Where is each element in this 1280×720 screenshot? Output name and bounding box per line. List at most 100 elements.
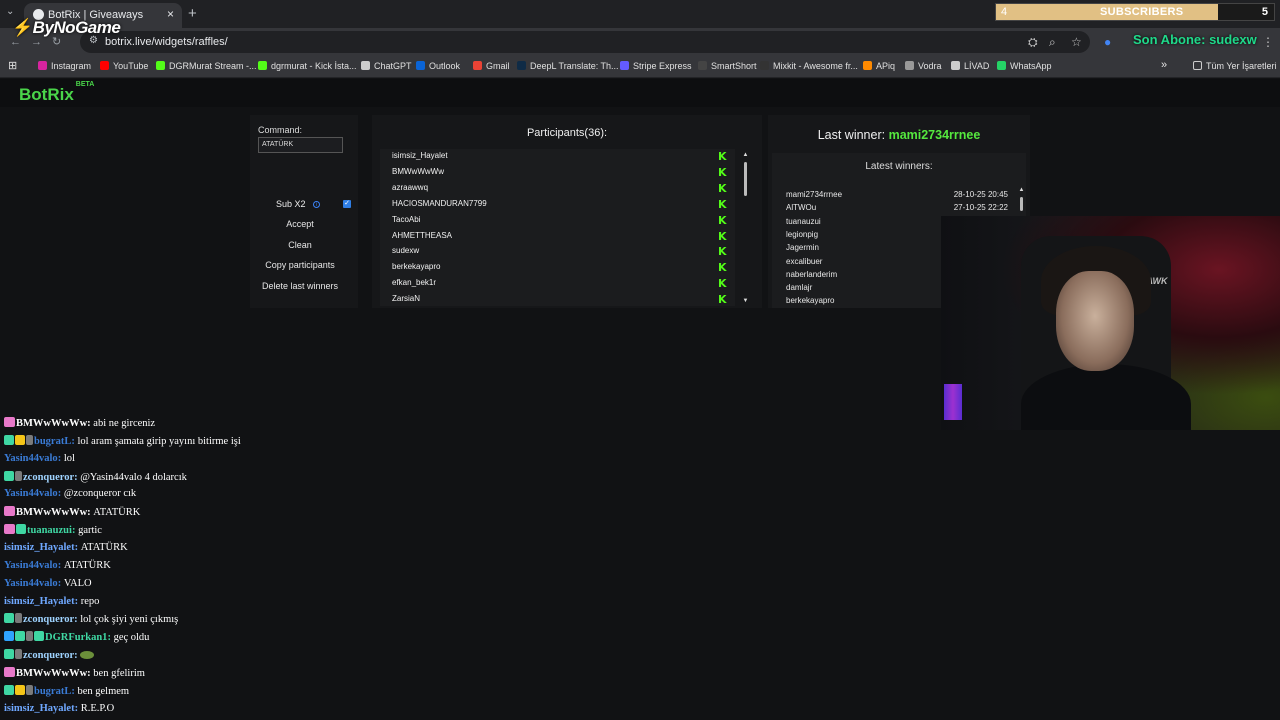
botrix-header: BotRixBETA [0, 79, 1280, 107]
chat-username[interactable]: Yasin44valo [4, 560, 58, 571]
sub-x2-checkbox[interactable]: ✓ [343, 200, 351, 208]
participants-list[interactable]: isimsiz_Hayalet K BMWwWwWw Kazraawwq K HACIOS… [380, 149, 735, 306]
participant-row[interactable]: TacoAbi K [380, 213, 735, 229]
bookmark-4[interactable]: ChatGPT [361, 61, 412, 71]
winners-scroll-up-icon[interactable]: ▲ [1018, 187, 1025, 193]
bookmark-7[interactable]: DeepL Translate: Th... [517, 61, 619, 71]
chat-message: Yasin44valo: lol [4, 453, 75, 470]
chat-text: ATATÜRK [80, 541, 128, 553]
bookmark-11[interactable]: APiq [863, 61, 895, 71]
bynogame-bolt-icon: ⚡ [12, 18, 33, 37]
bookmark-star-icon[interactable]: ☆ [1071, 35, 1082, 49]
delete-last-winners-button[interactable]: Delete last winners [250, 281, 350, 291]
translate-icon[interactable]: ⛭ [1028, 35, 1038, 50]
participants-scrollbar[interactable]: ▲ ▼ [742, 152, 749, 308]
winner-date: 27-10-25 22:22 [953, 203, 1008, 213]
winner-row: mami2734rrnee 28-10-25 20:45 [786, 190, 1008, 203]
kick-platform-icon: K [718, 197, 727, 211]
chat-text: ATATÜRK [93, 507, 141, 519]
close-tab-icon[interactable]: × [167, 7, 174, 21]
scroll-up-icon[interactable]: ▲ [742, 152, 749, 158]
participant-row[interactable]: sudexw K [380, 244, 735, 260]
participant-row[interactable]: isimsiz_Hayalet K [380, 149, 735, 165]
copy-participants-button[interactable]: Copy participants [250, 260, 350, 270]
more-bookmarks-chevron-icon[interactable]: » [1161, 59, 1167, 71]
scroll-down-icon[interactable]: ▼ [742, 298, 749, 304]
extension-icon[interactable]: ● [1104, 35, 1111, 49]
chat-username[interactable]: zconqueror [23, 650, 74, 661]
participant-row[interactable]: berkekayapro K [380, 260, 735, 276]
bookmark-label: Gmail [486, 61, 510, 71]
botrix-logo[interactable]: BotRixBETA [19, 81, 94, 105]
participant-row[interactable]: azraawwq K [380, 181, 735, 197]
chat-username[interactable]: isimsiz_Hayalet [4, 596, 75, 607]
chat-username[interactable]: Yasin44valo [4, 488, 58, 499]
chat-username[interactable]: isimsiz_Hayalet [4, 542, 75, 553]
chat-username[interactable]: zconqueror [23, 614, 74, 625]
bookmark-14[interactable]: WhatsApp [997, 61, 1052, 71]
bookmark-8[interactable]: Stripe Express [620, 61, 692, 71]
bookmark-2[interactable]: DGRMurat Stream -... [156, 61, 257, 71]
chat-username[interactable]: tuanauzui [27, 525, 72, 536]
bookmark-label: LİVAD [964, 61, 990, 71]
browser-menu-icon[interactable]: ⋮ [1262, 35, 1274, 49]
chat-username[interactable]: bugratL [34, 686, 71, 697]
bookmark-6[interactable]: Gmail [473, 61, 510, 71]
bookmark-13[interactable]: LİVAD [951, 61, 989, 71]
chat-username[interactable]: zconqueror [23, 472, 74, 483]
apps-grid-icon[interactable]: ⊞ [8, 59, 17, 72]
bookmark-12[interactable]: Vodra [905, 61, 942, 71]
green-badge-icon [4, 649, 14, 660]
chat-username[interactable]: BMWwWwWw [16, 507, 87, 518]
zoom-icon[interactable]: ⌕ [1049, 35, 1056, 50]
kick-platform-icon: K [718, 277, 727, 291]
winner-name: tuanauzui [786, 216, 821, 226]
chat-username[interactable]: isimsiz_Hayalet [4, 703, 75, 714]
participant-row[interactable]: AHMETTHEASA K [380, 229, 735, 245]
chat-text: geç oldu [113, 632, 150, 644]
command-input[interactable]: ATATÜRK [258, 137, 343, 153]
participant-row[interactable]: ZarsiaN K [380, 292, 735, 306]
address-bar[interactable]: ⚙ botrix.live/widgets/raffles/ [80, 31, 1090, 53]
chat-message: isimsiz_Hayalet: R.E.P.O [4, 703, 114, 720]
participant-row[interactable]: efkan_bek1r K [380, 276, 735, 292]
info-icon[interactable]: i [313, 201, 320, 208]
bookmark-1[interactable]: YouTube [100, 61, 148, 71]
scroll-thumb[interactable] [744, 162, 747, 196]
bookmark-5[interactable]: Outlook [416, 61, 460, 71]
url-text[interactable]: botrix.live/widgets/raffles/ [105, 36, 228, 48]
bookmark-label: Vodra [918, 61, 942, 71]
clean-button[interactable]: Clean [250, 240, 350, 250]
bookmark-3[interactable]: dgrmurat - Kick İsta... [258, 61, 357, 71]
participant-name: ZarsiaN [392, 294, 421, 304]
rgb-light [944, 384, 962, 420]
winner-date: 28-10-25 20:45 [953, 190, 1008, 199]
gold-badge-icon [15, 434, 25, 445]
tab-list-chevron-icon[interactable]: ⌄ [6, 6, 14, 17]
bookmark-favicon-icon [951, 61, 960, 70]
chat-username[interactable]: Yasin44valo [4, 578, 58, 589]
bookmark-favicon-icon [38, 61, 47, 70]
bookmark-0[interactable]: Instagram [38, 61, 91, 71]
participants-panel: Participants(36): isimsiz_Hayalet K BMWwWw… [372, 115, 762, 308]
chat-username[interactable]: bugratL [34, 436, 71, 447]
new-tab-plus-icon[interactable]: + [188, 5, 197, 22]
participant-row[interactable]: BMWwWwWw K [380, 165, 735, 181]
heart-badge-icon [4, 506, 15, 517]
folder-icon [1193, 61, 1202, 70]
winners-scroll-thumb[interactable] [1020, 197, 1023, 211]
bookmark-label: DeepL Translate: Th... [530, 61, 619, 71]
chat-username[interactable]: DGRFurkan1 [45, 632, 107, 643]
accept-button[interactable]: Accept [250, 219, 350, 229]
chat-username[interactable]: Yasin44valo [4, 453, 58, 464]
bookmark-10[interactable]: Mixkit - Awesome fr... [760, 61, 858, 71]
winner-name: legionpig [786, 229, 819, 239]
chat-username[interactable]: BMWwWwWw [16, 668, 87, 679]
chat-username[interactable]: BMWwWwWw [16, 418, 87, 429]
bookmark-favicon-icon [905, 61, 914, 70]
all-bookmarks-folder[interactable]: Tüm Yer İşaretleri [1193, 61, 1277, 71]
bookmark-9[interactable]: SmartShort [698, 61, 757, 71]
chat-message: isimsiz_Hayalet: repo [4, 596, 99, 613]
participant-row[interactable]: HACIOSMANDURAN7799 K [380, 197, 735, 213]
latest-winners-title: Latest winners: [865, 161, 933, 172]
